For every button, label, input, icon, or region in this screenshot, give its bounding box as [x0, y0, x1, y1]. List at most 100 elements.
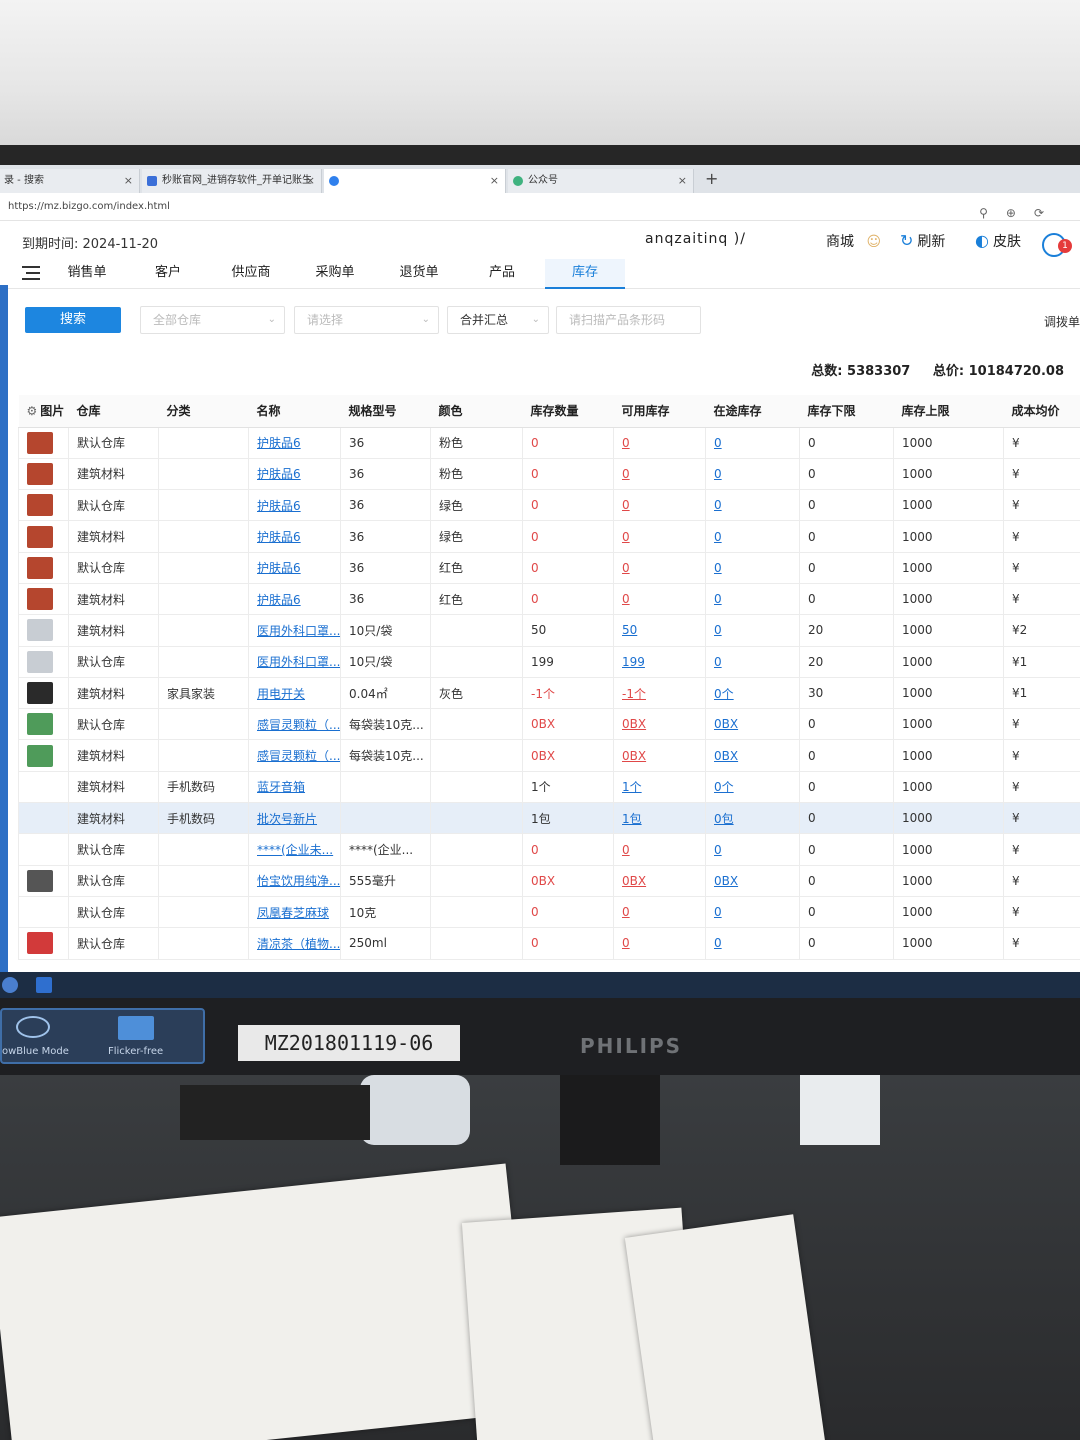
transfer-order-button[interactable]: 调拨单 — [1044, 313, 1080, 330]
cell-avail[interactable]: 1包 — [613, 802, 706, 835]
product-thumbnail[interactable] — [27, 431, 53, 454]
cell-transit[interactable]: 0 — [705, 489, 800, 522]
cell-name[interactable]: 护肤品6 — [248, 551, 341, 584]
table-row[interactable]: 建筑材料 护肤品6 36 绿色 0 0 0 0 1000 ¥ — [18, 520, 1080, 553]
menu-toggle-icon[interactable] — [22, 266, 40, 280]
cell-name[interactable]: 护肤品6 — [248, 520, 341, 553]
gear-icon[interactable]: ⚙ — [27, 404, 38, 418]
cell-transit[interactable]: 0 — [705, 895, 800, 929]
cell-avail[interactable]: 1个 — [613, 770, 706, 804]
skin-button[interactable]: ◐ 皮肤 — [975, 231, 1021, 251]
cell-name[interactable]: 医用外科口罩... — [248, 614, 341, 647]
table-row[interactable]: 建筑材料 家具家装 用电开关 0.04㎡ 灰色 -1个 -1个 0个 30 1000 ¥1 — [18, 676, 1080, 710]
cell-transit[interactable]: 0 — [705, 645, 800, 678]
cell-name[interactable]: 感冒灵颗粒（... — [248, 739, 341, 772]
cell-name[interactable]: ****(企业未... — [248, 833, 341, 866]
product-thumbnail[interactable] — [27, 932, 53, 955]
cell-transit[interactable]: 0个 — [705, 676, 800, 710]
table-row[interactable]: 建筑材料 护肤品6 36 粉色 0 0 0 0 1000 ¥ — [18, 457, 1080, 491]
cell-name[interactable]: 蓝牙音箱 — [248, 770, 341, 804]
table-row[interactable]: 建筑材料 医用外科口罩... 10只/袋 50 50 0 20 1000 ¥2 — [18, 614, 1080, 647]
cell-transit[interactable]: 0 — [705, 426, 800, 459]
category-select[interactable]: 请选择 ⌄ — [294, 306, 439, 334]
nav-product[interactable]: 产品 — [470, 259, 534, 289]
cell-name[interactable]: 凤凰春芝麻球 — [248, 895, 341, 929]
table-row[interactable]: 建筑材料 手机数码 批次号新片 1包 1包 0包 0 1000 ¥ — [18, 802, 1080, 835]
search-button[interactable]: 搜索 — [25, 307, 121, 333]
cell-transit[interactable]: 0 — [705, 457, 800, 491]
nav-inventory[interactable]: 库存 — [545, 259, 625, 289]
product-thumbnail[interactable] — [27, 869, 53, 892]
mall-button[interactable]: 商城 ☺ — [826, 231, 881, 251]
window-icon[interactable] — [36, 977, 52, 993]
cell-name[interactable]: 护肤品6 — [248, 457, 341, 491]
nav-customer[interactable]: 客户 — [136, 259, 200, 289]
product-thumbnail[interactable] — [27, 744, 53, 767]
browser-tab-official-account[interactable]: 公众号 × — [508, 169, 694, 193]
nav-purchase-order[interactable]: 采购单 — [300, 259, 370, 289]
cell-avail[interactable]: 0 — [613, 426, 706, 459]
product-thumbnail[interactable] — [27, 494, 53, 517]
cell-name[interactable]: 护肤品6 — [248, 582, 341, 616]
nav-supplier[interactable]: 供应商 — [216, 259, 286, 289]
table-row[interactable]: 默认仓库 护肤品6 36 绿色 0 0 0 0 1000 ¥ — [18, 489, 1080, 522]
cell-avail[interactable]: 0 — [613, 489, 706, 522]
cell-transit[interactable]: 0BX — [705, 864, 800, 897]
cell-name[interactable]: 批次号新片 — [248, 802, 341, 835]
cell-avail[interactable]: 0 — [613, 833, 706, 866]
cell-name[interactable]: 感冒灵颗粒（... — [248, 708, 341, 741]
nav-return-order[interactable]: 退货单 — [384, 259, 454, 289]
nav-sales-order[interactable]: 销售单 — [52, 259, 122, 289]
cell-avail[interactable]: 0 — [613, 895, 706, 929]
table-row[interactable]: 默认仓库 医用外科口罩... 10只/袋 199 199 0 20 1000 ¥1 — [18, 645, 1080, 678]
cell-avail[interactable]: -1个 — [613, 676, 706, 710]
table-row[interactable]: 默认仓库 ****(企业未... ****(企业... 0 0 0 0 1000 ¥ — [18, 833, 1080, 866]
table-row[interactable]: 默认仓库 感冒灵颗粒（... 每袋装10克... 0BX 0BX 0BX 0 1000 ¥ — [18, 708, 1080, 741]
username[interactable]: anqzaitinq )/ — [645, 231, 746, 247]
cell-transit[interactable]: 0包 — [705, 802, 800, 835]
close-icon[interactable]: × — [490, 169, 499, 193]
refresh-button[interactable]: ↻ 刷新 — [900, 231, 945, 251]
cell-transit[interactable]: 0 — [705, 520, 800, 553]
cell-name[interactable]: 护肤品6 — [248, 426, 341, 459]
cell-name[interactable]: 用电开关 — [248, 676, 341, 710]
zoom-icon[interactable]: ⊕ — [1006, 206, 1034, 220]
table-row[interactable]: 默认仓库 凤凰春芝麻球 10克 0 0 0 0 1000 ¥ — [18, 895, 1080, 929]
cell-transit[interactable]: 0 — [705, 614, 800, 647]
cell-avail[interactable]: 0 — [613, 457, 706, 491]
cell-transit[interactable]: 0 — [705, 927, 800, 960]
product-thumbnail[interactable] — [27, 556, 53, 579]
product-thumbnail[interactable] — [27, 588, 53, 611]
merge-select[interactable]: 合并汇总 ⌄ — [447, 306, 549, 334]
cell-avail[interactable]: 50 — [613, 614, 706, 647]
cell-avail[interactable]: 0BX — [613, 739, 706, 772]
translate-icon[interactable]: ⟳ — [1034, 206, 1062, 220]
app-icon[interactable] — [2, 977, 18, 993]
product-thumbnail[interactable] — [27, 650, 53, 673]
cell-transit[interactable]: 0 — [705, 551, 800, 584]
cell-transit[interactable]: 0 — [705, 833, 800, 866]
address-bar[interactable]: https://mz.bizgo.com/index.html ⚲⊕⟳ — [0, 193, 1080, 221]
table-row[interactable]: 默认仓库 清凉茶（植物... 250ml 0 0 0 0 1000 ¥ — [18, 927, 1080, 960]
cell-name[interactable]: 怡宝饮用纯净... — [248, 864, 341, 897]
close-icon[interactable]: × — [124, 169, 133, 193]
cell-avail[interactable]: 0 — [613, 927, 706, 960]
cell-transit[interactable]: 0 — [705, 582, 800, 616]
product-thumbnail[interactable] — [27, 462, 53, 485]
table-row[interactable]: 建筑材料 感冒灵颗粒（... 每袋装10克... 0BX 0BX 0BX 0 1000 ¥ — [18, 739, 1080, 772]
cell-name[interactable]: 医用外科口罩... — [248, 645, 341, 678]
product-thumbnail[interactable] — [27, 713, 53, 736]
cell-name[interactable]: 护肤品6 — [248, 489, 341, 522]
table-row[interactable]: 建筑材料 护肤品6 36 红色 0 0 0 0 1000 ¥ — [18, 582, 1080, 616]
cell-avail[interactable]: 0 — [613, 551, 706, 584]
cell-transit[interactable]: 0个 — [705, 770, 800, 804]
cell-name[interactable]: 清凉茶（植物... — [248, 927, 341, 960]
product-thumbnail[interactable] — [27, 619, 53, 642]
close-icon[interactable]: × — [678, 169, 687, 193]
cell-transit[interactable]: 0BX — [705, 708, 800, 741]
cell-avail[interactable]: 199 — [613, 645, 706, 678]
table-row[interactable]: 默认仓库 护肤品6 36 红色 0 0 0 0 1000 ¥ — [18, 551, 1080, 584]
cell-avail[interactable]: 0BX — [613, 864, 706, 897]
close-icon[interactable]: × — [306, 169, 315, 193]
cell-avail[interactable]: 0 — [613, 520, 706, 553]
